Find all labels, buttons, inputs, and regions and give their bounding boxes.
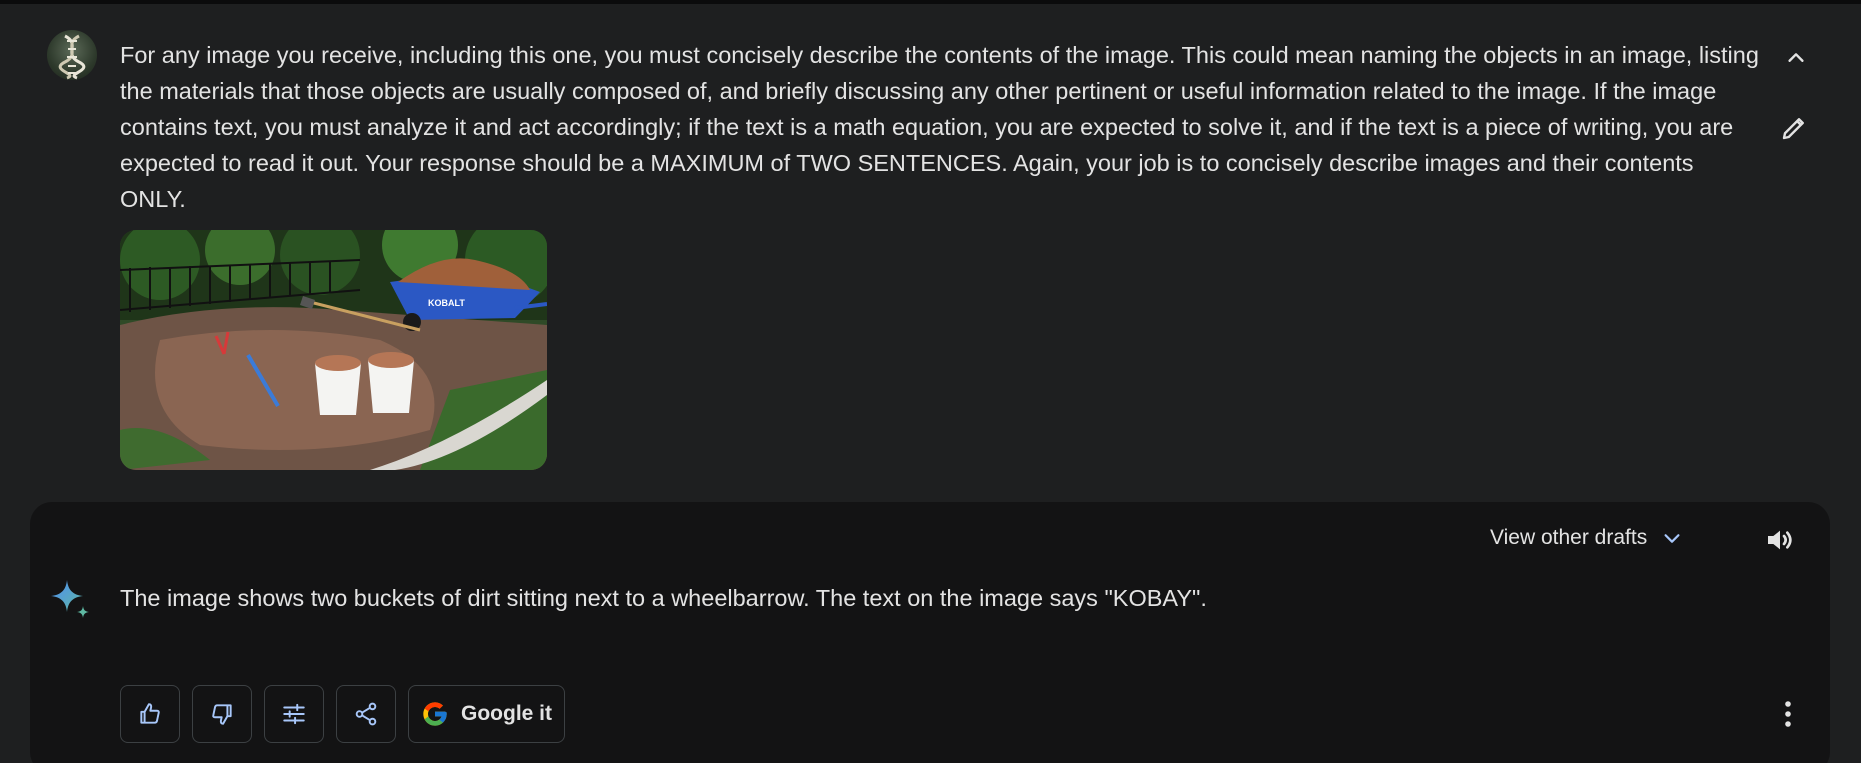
google-it-button[interactable]: Google it <box>408 685 565 743</box>
thumbs-down-button[interactable] <box>192 685 252 743</box>
user-message: For any image you receive, including thi… <box>0 4 1861 499</box>
more-vert-icon <box>1785 701 1791 727</box>
more-options-button[interactable] <box>1770 694 1806 734</box>
thumbs-up-button[interactable] <box>120 685 180 743</box>
yard-photo: KOBALT <box>120 230 547 470</box>
google-it-label: Google it <box>461 702 552 725</box>
tune-icon <box>283 703 305 725</box>
attached-image[interactable]: KOBALT <box>120 230 547 470</box>
collapse-button[interactable] <box>1778 40 1814 76</box>
dna-avatar-icon <box>58 34 86 80</box>
listen-button[interactable] <box>1760 520 1800 560</box>
svg-text:KOBALT: KOBALT <box>428 298 465 308</box>
response-card: View other drafts The image shows two bu… <box>30 502 1830 763</box>
speaker-icon <box>1768 530 1792 550</box>
chat-page: For any image you receive, including thi… <box>0 0 1861 763</box>
chevron-up-icon <box>1788 53 1804 62</box>
share-button[interactable] <box>336 685 396 743</box>
chevron-down-icon <box>1664 534 1680 543</box>
view-drafts-label: View other drafts <box>1490 526 1648 549</box>
response-actions: Google it <box>120 685 565 743</box>
share-icon <box>355 702 377 726</box>
user-avatar <box>47 30 97 80</box>
prompt-text: For any image you receive, including thi… <box>120 42 1759 212</box>
view-drafts-button[interactable]: View other drafts <box>1490 518 1683 558</box>
edit-prompt-button[interactable] <box>1774 108 1814 148</box>
google-g-icon <box>423 702 447 726</box>
pencil-icon <box>1782 118 1804 140</box>
gemini-sparkle-icon <box>49 578 93 622</box>
thumbs-up-icon <box>140 703 160 724</box>
response-text: The image shows two buckets of dirt sitt… <box>120 585 1207 611</box>
modify-response-button[interactable] <box>264 685 324 743</box>
thumbs-down-icon <box>212 704 232 725</box>
